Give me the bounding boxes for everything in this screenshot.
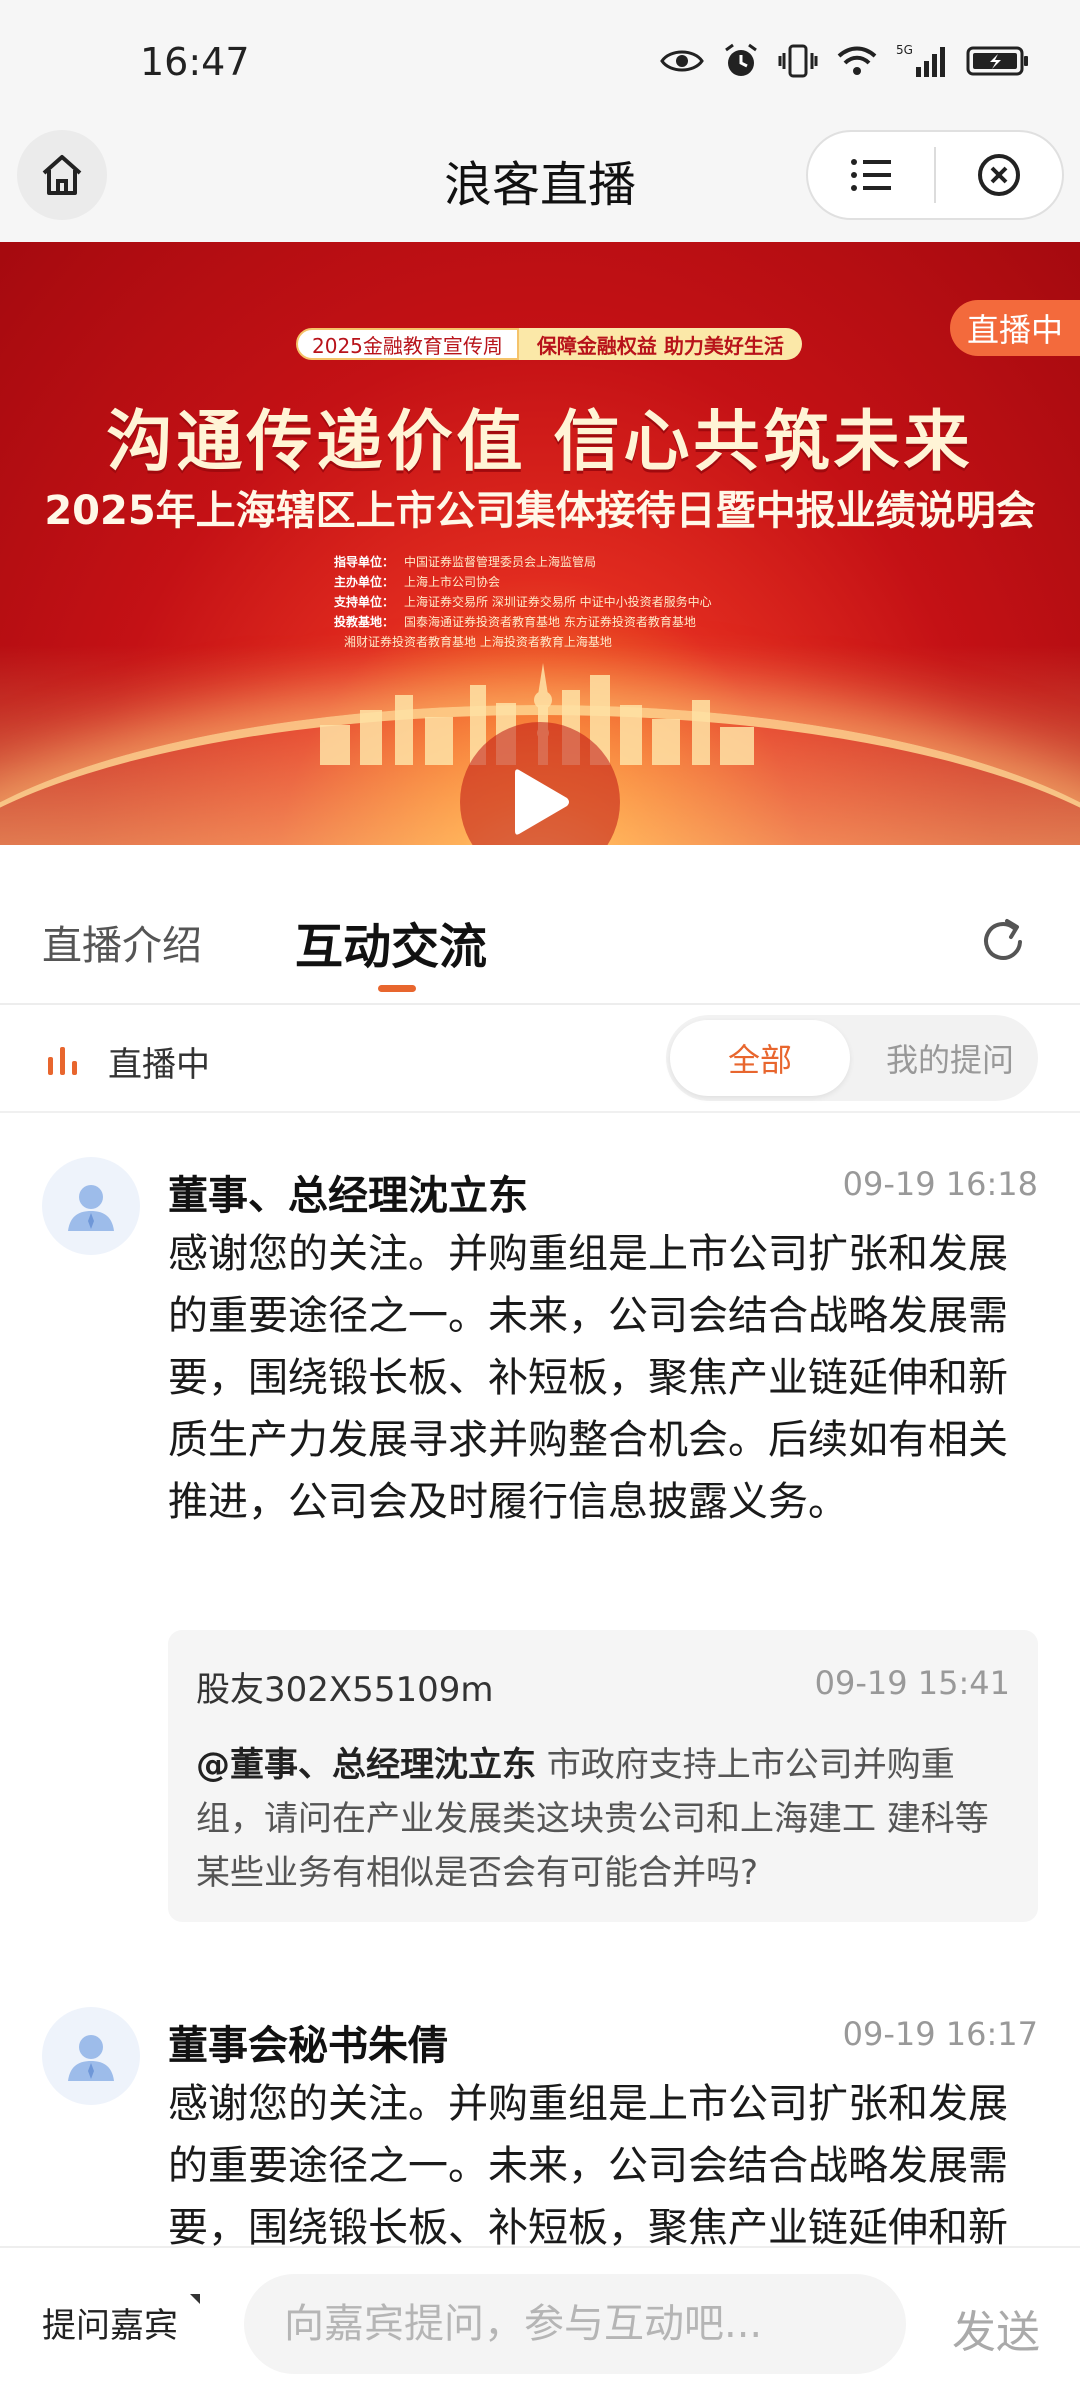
status-icons: 5G [660, 42, 1030, 80]
post-author: 董事会秘书朱倩 [168, 2023, 448, 2069]
avatar [42, 2007, 140, 2105]
tab-live-intro[interactable]: 直播介绍 [42, 913, 202, 971]
avatar [42, 1157, 140, 1255]
live-status-badge: 直播中 [950, 300, 1080, 356]
wifi-icon [837, 46, 877, 75]
sponsor-line: 投教基地： 国泰海通证券投资者教育基地 东方证券投资者教育基地 [334, 615, 696, 629]
sponsor-line: 湘财证券投资者教育基地 上海投资者教育上海基地 [344, 635, 612, 649]
post-time: 09-19 16:17 [842, 2015, 1038, 2053]
close-miniapp-button[interactable] [936, 132, 1062, 218]
question-mention[interactable]: @董事、总经理沈立东 [196, 1745, 536, 1785]
question-input[interactable] [244, 2274, 906, 2374]
cellular-5g-icon: 5G [896, 43, 945, 77]
more-menu-button[interactable] [808, 132, 934, 218]
banner-slogan: 沟通传递价值 信心共筑未来 [106, 402, 974, 480]
eye-icon [660, 50, 704, 72]
vibrate-icon [778, 44, 818, 78]
header: 浪客直播 [0, 115, 1080, 242]
question-filter: 全部 我的提问 [666, 1015, 1038, 1101]
sponsor-line: 指导单位： 中国证券监督管理委员会上海监管局 [334, 555, 597, 569]
refresh-icon[interactable] [976, 915, 1030, 969]
play-icon [515, 769, 569, 835]
send-button[interactable]: 发送 [952, 2296, 1040, 2360]
answer-text: 感谢您的关注。并购重组是上市公司扩张和发展的重要途径之一。未来，公司会结合战略发… [168, 2081, 1008, 2246]
banner-tag-event: 2025金融教育宣传周 [296, 328, 519, 360]
banner-main-title: 2025年上海辖区上市公司集体接待日暨中报业绩说明会 [44, 488, 1036, 534]
banner-tag-theme: 保障金融权益 助力美好生活 [518, 328, 802, 360]
alarm-icon [725, 43, 757, 76]
live-filter-row: 直播中 全部 我的提问 [0, 1005, 1080, 1113]
miniapp-capsule [806, 130, 1064, 220]
quoted-question: 股友302X55109m 09-19 15:41 @董事、总经理沈立东 市政府支… [168, 1630, 1038, 1922]
question-time: 09-19 15:41 [814, 1664, 1010, 1702]
active-tab-indicator [378, 985, 416, 992]
list-item: 董事、总经理沈立东 09-19 16:18 感谢您的关注。并购重组是上市公司扩张… [0, 1113, 1080, 1963]
list-item: 董事会秘书朱倩 09-19 16:17 感谢您的关注。并购重组是上市公司扩张和发… [0, 1963, 1080, 2246]
close-circle-icon [978, 154, 1020, 196]
filter-all-button[interactable]: 全部 [670, 1020, 850, 1096]
interaction-feed[interactable]: 董事、总经理沈立东 09-19 16:18 感谢您的关注。并购重组是上市公司扩张… [0, 1113, 1080, 2246]
tab-interaction[interactable]: 互动交流 [295, 907, 487, 977]
live-status-label: 直播中 [108, 1045, 210, 1085]
svg-text:5G: 5G [896, 43, 913, 57]
ask-guest-selector[interactable]: 提问嘉宾 [42, 2298, 178, 2347]
content-tabs: 直播介绍 互动交流 [0, 845, 1080, 1005]
user-avatar-icon [68, 1185, 114, 1231]
post-time: 09-19 16:18 [842, 1165, 1038, 1203]
status-time: 16:47 [140, 40, 250, 84]
status-bar: 16:47 5G [0, 0, 1080, 130]
battery-charging-icon [966, 46, 1028, 76]
banner-tag-row: 2025金融教育宣传周 保障金融权益 助力美好生活 [296, 328, 802, 360]
sponsor-line: 支持单位： 上海证券交易所 深圳证券交易所 中证中小投资者服务中心 [334, 595, 712, 609]
user-avatar-icon [68, 2035, 114, 2081]
list-menu-icon [851, 159, 891, 191]
banner-sponsors: 指导单位： 中国证券监督管理委员会上海监管局 主办单位： 上海上市公司协会 支持单位… [334, 552, 712, 652]
live-bars-icon [48, 1047, 77, 1075]
question-user: 股友302X55109m [196, 1670, 494, 1710]
question-text: @董事、总经理沈立东 市政府支持上市公司并购重组，请问在产业发展类这块贵公司和上… [196, 1738, 1006, 1900]
filter-my-questions-button[interactable]: 我的提问 [866, 1020, 1034, 1096]
ask-bar: 提问嘉宾 发送 [0, 2246, 1080, 2400]
dropdown-corner-icon [190, 2294, 200, 2304]
answer-text: 感谢您的关注。并购重组是上市公司扩张和发展的重要途径之一。未来，公司会结合战略发… [168, 1231, 1008, 1525]
post-author: 董事、总经理沈立东 [168, 1173, 528, 1219]
live-video-player[interactable]: 直播中 2025金融教育宣传周 保障金融权益 助力美好生活 沟通传递价值 信心共… [0, 242, 1080, 845]
sponsor-line: 主办单位： 上海上市公司协会 [334, 575, 501, 589]
